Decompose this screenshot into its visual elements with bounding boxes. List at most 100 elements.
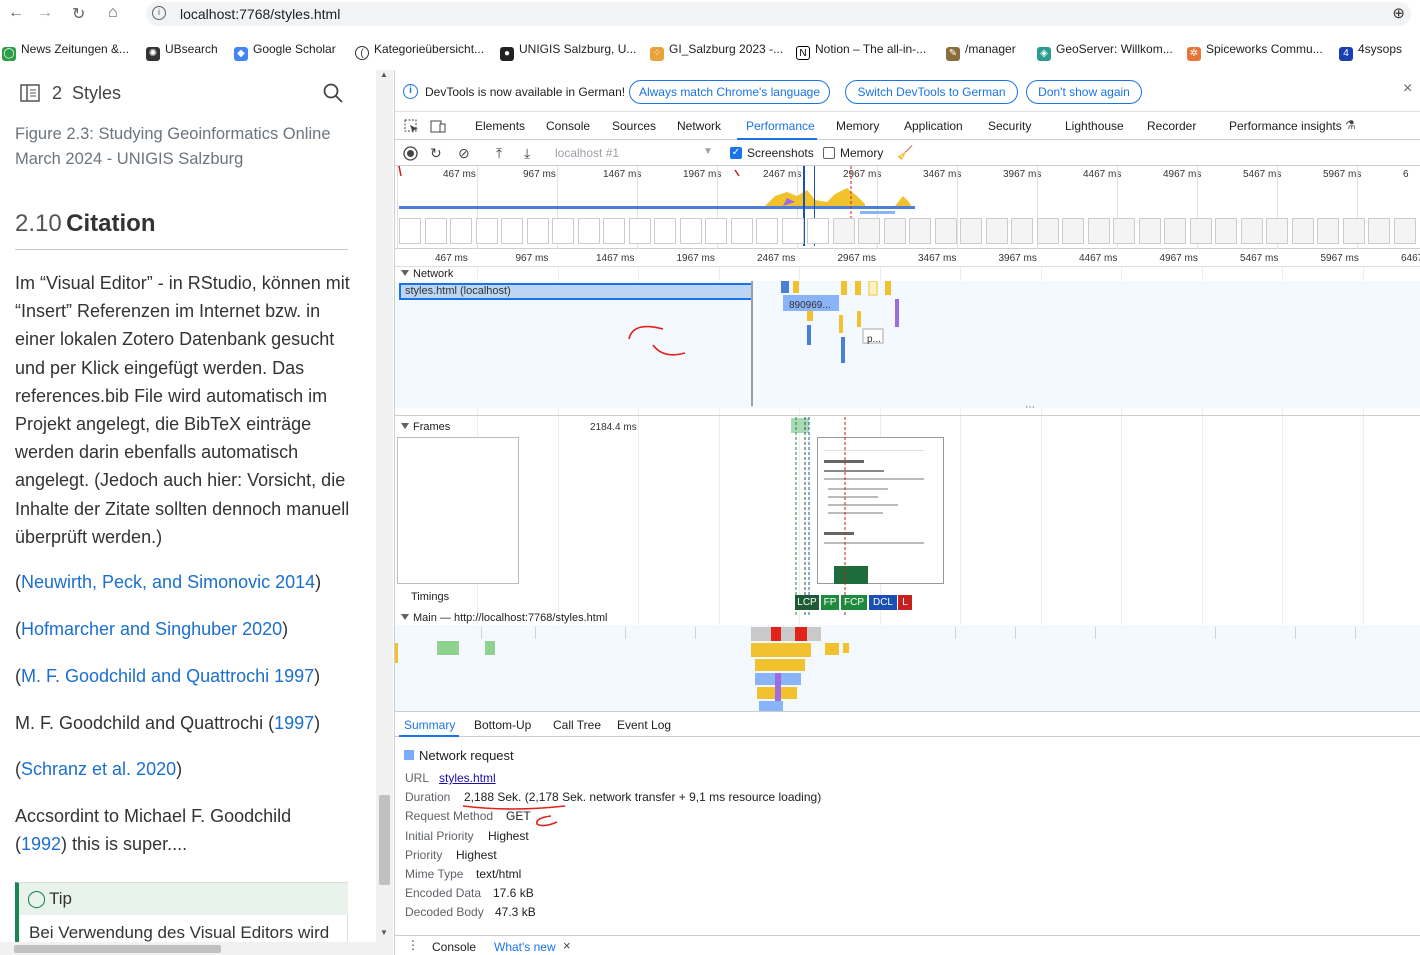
track-main-header[interactable]: Main — http://localhost:7768/styles.html xyxy=(401,612,607,624)
marker-lcp[interactable]: LCP xyxy=(795,595,819,610)
screenshot-thumbnail[interactable] xyxy=(1113,218,1135,244)
screenshot-thumbnail[interactable] xyxy=(424,218,447,244)
bookmark-item[interactable]: ⁘ GI_Salzburg 2023 -... xyxy=(650,42,783,61)
tab-sources[interactable]: Sources xyxy=(612,119,656,133)
device-toolbar-icon[interactable] xyxy=(430,119,446,134)
screenshot-thumbnail[interactable] xyxy=(450,218,472,244)
screenshot-thumbnail[interactable] xyxy=(1062,218,1084,244)
screenshot-thumbnail[interactable] xyxy=(603,218,625,244)
screenshot-thumbnail[interactable] xyxy=(1368,218,1390,244)
timeline-tracks[interactable]: Network styles.html (localhost) 890969..… xyxy=(395,267,1420,711)
screenshot-thumbnail[interactable] xyxy=(1036,218,1059,244)
upload-icon[interactable]: ⤒ xyxy=(496,145,502,162)
screenshot-thumbnail[interactable] xyxy=(730,218,753,244)
tab-security[interactable]: Security xyxy=(988,119,1031,133)
screenshot-thumbnail[interactable] xyxy=(475,218,498,244)
target-select[interactable]: localhost #1 ▼ xyxy=(555,146,715,160)
url-text[interactable]: localhost:7768/styles.html xyxy=(180,6,340,22)
citation-link[interactable]: M. F. Goodchild and Quattrochi 1997 xyxy=(21,666,314,686)
screenshot-thumbnail[interactable] xyxy=(858,218,880,244)
network-request-bar[interactable]: styles.html (localhost) xyxy=(399,283,753,300)
scroll-up-icon[interactable]: ▲ xyxy=(380,70,388,79)
bookmark-item[interactable]: ✎/manager xyxy=(946,42,1016,61)
screenshot-thumbnail[interactable] xyxy=(1342,218,1365,244)
screenshot-thumbnail[interactable] xyxy=(1240,218,1263,244)
tab-memory[interactable]: Memory xyxy=(836,119,879,133)
screenshot-thumbnail[interactable] xyxy=(628,218,651,244)
bookmark-item[interactable]: ◆ Google Scholar xyxy=(234,42,336,61)
tab-performance-insights[interactable]: Performance insights xyxy=(1229,119,1342,133)
tab-elements[interactable]: Elements xyxy=(475,119,525,133)
screenshot-thumbnail[interactable] xyxy=(1291,218,1314,244)
screenshot-thumbnail[interactable] xyxy=(756,218,778,244)
marker-fcp[interactable]: FCP xyxy=(841,595,867,610)
marker-dcl[interactable]: DCL xyxy=(869,595,897,610)
drawer-tab-whats-new[interactable]: What's new xyxy=(494,940,556,954)
bookmark-item[interactable]: N Notion – The all-in-... xyxy=(796,42,926,60)
citation-link[interactable]: Schranz et al. 2020 xyxy=(21,759,176,779)
screenshot-thumbnail[interactable] xyxy=(1138,218,1161,244)
screenshot-thumbnail[interactable] xyxy=(705,218,727,244)
tab-call-tree[interactable]: Call Tree xyxy=(553,718,601,732)
collapse-triangle-icon[interactable] xyxy=(401,423,409,429)
screenshot-thumbnail[interactable] xyxy=(654,218,676,244)
sidebar-toggle-icon[interactable] xyxy=(20,84,40,102)
scrollbar-thumb[interactable] xyxy=(14,945,221,953)
tab-summary[interactable]: Summary xyxy=(404,718,455,732)
screenshot-thumbnail[interactable] xyxy=(1189,218,1212,244)
screenshot-thumbnail[interactable] xyxy=(934,218,957,244)
always-match-language-button[interactable]: Always match Chrome's language xyxy=(629,80,830,104)
screenshots-checkbox[interactable]: ✓ xyxy=(730,147,742,159)
screenshot-thumbnail[interactable] xyxy=(577,218,600,244)
screenshot-thumbnail[interactable] xyxy=(1164,218,1186,244)
reload-record-icon[interactable]: ↻ xyxy=(430,145,442,162)
search-icon[interactable] xyxy=(323,83,343,103)
download-icon[interactable]: ⤓ xyxy=(524,145,530,162)
screenshot-thumbnail[interactable] xyxy=(832,218,855,244)
screenshot-thumbnail[interactable] xyxy=(883,218,906,244)
screenshot-thumbnail[interactable] xyxy=(501,218,523,244)
garbage-collect-icon[interactable]: 🧹 xyxy=(897,145,913,161)
memory-checkbox[interactable] xyxy=(823,147,835,159)
screenshot-thumbnail[interactable] xyxy=(1087,218,1110,244)
bookmark-item[interactable]: ◯ News Zeitungen &... xyxy=(2,42,129,61)
tab-bottom-up[interactable]: Bottom-Up xyxy=(474,718,531,732)
screenshot-thumbnail[interactable] xyxy=(1393,218,1416,244)
scroll-down-icon[interactable]: ▼ xyxy=(380,928,388,937)
tab-lighthouse[interactable]: Lighthouse xyxy=(1065,119,1124,133)
inspect-element-icon[interactable] xyxy=(404,119,419,134)
bookmark-item[interactable]: ✺ UBsearch xyxy=(146,42,218,61)
frame-duration[interactable]: 2184.4 ms xyxy=(590,422,637,433)
screenshot-thumbnail[interactable] xyxy=(985,218,1008,244)
doc-horizontal-scrollbar[interactable] xyxy=(0,942,376,955)
bookmark-item[interactable]: ● UNIGIS Salzburg, U... xyxy=(500,42,636,61)
tab-recorder[interactable]: Recorder xyxy=(1147,119,1196,133)
network-request-label[interactable]: 890969... xyxy=(789,300,831,311)
zoom-icon[interactable]: ⊕ xyxy=(1392,4,1405,22)
network-request-label[interactable]: p... xyxy=(867,334,881,345)
marker-fp[interactable]: FP xyxy=(821,595,839,610)
scrollbar-thumb[interactable] xyxy=(379,795,390,885)
forward-icon[interactable]: → xyxy=(37,4,53,22)
track-resize-handle[interactable]: ⋯ xyxy=(395,402,1420,416)
screenshot-thumbnail[interactable] xyxy=(807,218,829,244)
record-icon[interactable] xyxy=(403,146,418,161)
back-icon[interactable]: ← xyxy=(8,4,24,22)
screenshot-thumbnail[interactable] xyxy=(552,218,574,244)
bookmark-item[interactable]: ◈ GeoServer: Willkom... xyxy=(1037,42,1173,61)
screenshot-thumbnail[interactable] xyxy=(679,218,702,244)
drawer-menu-icon[interactable]: ⋮ xyxy=(407,938,419,952)
citation-link[interactable]: 1992 xyxy=(21,834,61,854)
citation-link[interactable]: Neuwirth, Peck, and Simonovic 2014 xyxy=(21,572,315,592)
bookmark-item[interactable]: ✲ Spiceworks Commu... xyxy=(1187,42,1323,61)
marker-l[interactable]: L xyxy=(898,595,912,610)
close-icon[interactable]: × xyxy=(563,938,571,953)
bookmark-item[interactable]: (Kategorieübersicht... xyxy=(355,42,484,60)
screenshot-thumbnail[interactable] xyxy=(1215,218,1237,244)
screenshot-thumbnail[interactable] xyxy=(909,218,931,244)
reload-icon[interactable]: ↻ xyxy=(72,4,85,24)
screenshot-thumbnail[interactable] xyxy=(399,218,421,244)
screenshot-thumbnail[interactable] xyxy=(1317,218,1339,244)
track-network-header[interactable]: Network xyxy=(401,268,453,280)
home-icon[interactable]: ⌂ xyxy=(108,4,118,22)
